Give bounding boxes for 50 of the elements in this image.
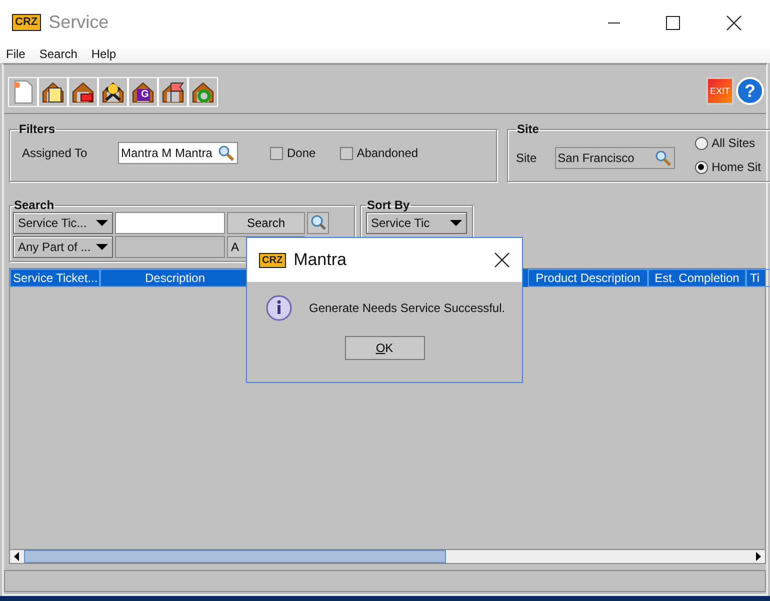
house-flag-icon[interactable] <box>158 77 188 107</box>
dialog-message: Generate Needs Service Successful. <box>309 301 506 315</box>
site-field[interactable]: San Francisco <box>554 147 675 169</box>
minimize-icon[interactable] <box>608 22 620 24</box>
column-header[interactable]: Ti <box>746 269 770 287</box>
column-header[interactable]: Est. Completion <box>648 269 746 287</box>
radio-button[interactable] <box>694 136 708 150</box>
panel-title: Site <box>516 122 540 136</box>
close-icon[interactable] <box>494 252 510 268</box>
house-box-icon[interactable] <box>68 77 98 107</box>
house-tools-icon[interactable] <box>98 77 128 107</box>
help-button[interactable]: ? <box>736 77 764 105</box>
search-input[interactable] <box>115 212 225 234</box>
menu-item[interactable]: File <box>6 47 26 61</box>
search-icon[interactable] <box>218 145 234 161</box>
checkbox[interactable] <box>340 146 353 160</box>
house-letter-icon[interactable]: G <box>128 77 158 107</box>
match-dropdown[interactable]: Any Part of ... <box>13 236 113 258</box>
radio-button[interactable] <box>694 160 708 174</box>
checkbox[interactable] <box>270 146 283 160</box>
radio-label: Home Sit <box>712 160 761 174</box>
app-logo: CRZ <box>259 252 286 268</box>
column-header[interactable]: Product Description <box>528 269 648 287</box>
column-header[interactable]: Service Ticket... <box>10 269 100 287</box>
info-icon <box>265 294 293 322</box>
ok-button[interactable]: OK <box>344 336 424 360</box>
search-icon[interactable] <box>307 212 329 234</box>
menu-item[interactable]: Help <box>91 47 116 61</box>
assigned-to-field[interactable]: Mantra M Mantra <box>118 142 238 164</box>
close-icon[interactable] <box>726 14 742 30</box>
field-label: Site <box>516 151 537 165</box>
dialog-title: Mantra <box>294 250 346 270</box>
panel-title: Search <box>13 198 56 212</box>
search-icon[interactable] <box>654 150 671 166</box>
house-refresh-icon[interactable] <box>188 77 218 107</box>
app-logo: CRZ <box>12 14 41 31</box>
house-clipboard-icon[interactable] <box>38 77 68 107</box>
checkbox-label: Abandoned <box>356 146 418 160</box>
search-button[interactable]: Search <box>227 212 305 234</box>
panel-title: Filters <box>18 122 56 136</box>
field-label: Assigned To <box>22 146 88 160</box>
maximize-icon[interactable] <box>666 16 680 30</box>
checkbox-label: Done <box>287 146 316 160</box>
horizontal-scrollbar[interactable] <box>10 549 765 563</box>
window-title: Service <box>48 12 109 33</box>
panel-title: Sort By <box>366 198 411 212</box>
sort-dropdown[interactable]: Service Tic <box>366 212 467 234</box>
menu-item[interactable]: Search <box>39 47 78 61</box>
radio-label: All Sites <box>712 136 755 150</box>
search-field-dropdown[interactable]: Service Tic... <box>13 212 113 234</box>
